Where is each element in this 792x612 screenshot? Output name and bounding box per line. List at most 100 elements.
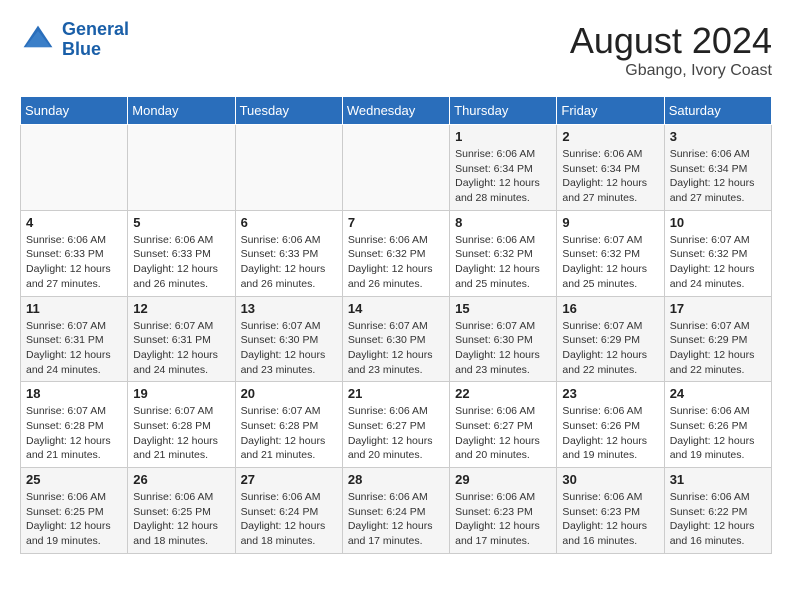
calendar-cell: 9 Sunrise: 6:07 AM Sunset: 6:32 PM Daylig…	[557, 210, 664, 296]
day-number: 4	[26, 215, 122, 230]
day-info: Sunrise: 6:06 AM Sunset: 6:34 PM Dayligh…	[455, 147, 551, 206]
day-info: Sunrise: 6:06 AM Sunset: 6:27 PM Dayligh…	[348, 404, 444, 463]
calendar-cell: 17 Sunrise: 6:07 AM Sunset: 6:29 PM Dayli…	[664, 296, 771, 382]
day-info: Sunrise: 6:06 AM Sunset: 6:24 PM Dayligh…	[241, 490, 337, 549]
page-header: General Blue August 2024 Gbango, Ivory C…	[20, 20, 772, 80]
calendar-cell: 21 Sunrise: 6:06 AM Sunset: 6:27 PM Dayli…	[342, 382, 449, 468]
day-number: 13	[241, 301, 337, 316]
day-number: 19	[133, 386, 229, 401]
logo: General Blue	[20, 20, 129, 60]
day-number: 6	[241, 215, 337, 230]
day-info: Sunrise: 6:06 AM Sunset: 6:26 PM Dayligh…	[562, 404, 658, 463]
day-number: 2	[562, 129, 658, 144]
calendar-cell: 19 Sunrise: 6:07 AM Sunset: 6:28 PM Dayli…	[128, 382, 235, 468]
weekday-header-sunday: Sunday	[21, 97, 128, 125]
weekday-header-monday: Monday	[128, 97, 235, 125]
day-number: 1	[455, 129, 551, 144]
calendar-cell: 25Sunrise: 6:06 AM Sunset: 6:25 PM Dayli…	[21, 468, 128, 554]
day-info: Sunrise: 6:06 AM Sunset: 6:23 PM Dayligh…	[562, 490, 658, 549]
day-number: 12	[133, 301, 229, 316]
weekday-header-tuesday: Tuesday	[235, 97, 342, 125]
calendar-cell	[342, 125, 449, 211]
day-info: Sunrise: 6:06 AM Sunset: 6:32 PM Dayligh…	[348, 233, 444, 292]
calendar-cell	[235, 125, 342, 211]
day-number: 22	[455, 386, 551, 401]
day-info: Sunrise: 6:06 AM Sunset: 6:34 PM Dayligh…	[670, 147, 766, 206]
day-number: 9	[562, 215, 658, 230]
day-number: 26	[133, 472, 229, 487]
day-number: 30	[562, 472, 658, 487]
day-number: 21	[348, 386, 444, 401]
calendar-cell: 28Sunrise: 6:06 AM Sunset: 6:24 PM Dayli…	[342, 468, 449, 554]
week-row-1: 1 Sunrise: 6:06 AM Sunset: 6:34 PM Daylig…	[21, 125, 772, 211]
day-info: Sunrise: 6:06 AM Sunset: 6:34 PM Dayligh…	[562, 147, 658, 206]
day-info: Sunrise: 6:07 AM Sunset: 6:28 PM Dayligh…	[26, 404, 122, 463]
calendar-cell: 2 Sunrise: 6:06 AM Sunset: 6:34 PM Daylig…	[557, 125, 664, 211]
day-info: Sunrise: 6:07 AM Sunset: 6:31 PM Dayligh…	[26, 319, 122, 378]
calendar-cell: 4 Sunrise: 6:06 AM Sunset: 6:33 PM Daylig…	[21, 210, 128, 296]
day-info: Sunrise: 6:07 AM Sunset: 6:29 PM Dayligh…	[562, 319, 658, 378]
day-info: Sunrise: 6:07 AM Sunset: 6:30 PM Dayligh…	[348, 319, 444, 378]
day-info: Sunrise: 6:07 AM Sunset: 6:32 PM Dayligh…	[562, 233, 658, 292]
calendar-cell: 5 Sunrise: 6:06 AM Sunset: 6:33 PM Daylig…	[128, 210, 235, 296]
day-number: 18	[26, 386, 122, 401]
day-number: 31	[670, 472, 766, 487]
calendar-cell: 24Sunrise: 6:06 AM Sunset: 6:26 PM Dayli…	[664, 382, 771, 468]
calendar-cell	[21, 125, 128, 211]
week-row-2: 4 Sunrise: 6:06 AM Sunset: 6:33 PM Daylig…	[21, 210, 772, 296]
day-info: Sunrise: 6:06 AM Sunset: 6:32 PM Dayligh…	[455, 233, 551, 292]
calendar-cell: 8 Sunrise: 6:06 AM Sunset: 6:32 PM Daylig…	[450, 210, 557, 296]
weekday-header-friday: Friday	[557, 97, 664, 125]
day-number: 7	[348, 215, 444, 230]
day-number: 14	[348, 301, 444, 316]
day-info: Sunrise: 6:07 AM Sunset: 6:31 PM Dayligh…	[133, 319, 229, 378]
calendar-cell: 30 Sunrise: 6:06 AM Sunset: 6:23 PM Dayli…	[557, 468, 664, 554]
day-number: 24	[670, 386, 766, 401]
calendar-cell: 7 Sunrise: 6:06 AM Sunset: 6:32 PM Daylig…	[342, 210, 449, 296]
day-info: Sunrise: 6:07 AM Sunset: 6:28 PM Dayligh…	[241, 404, 337, 463]
day-number: 15	[455, 301, 551, 316]
calendar-cell: 11 Sunrise: 6:07 AM Sunset: 6:31 PM Dayli…	[21, 296, 128, 382]
day-info: Sunrise: 6:07 AM Sunset: 6:29 PM Dayligh…	[670, 319, 766, 378]
calendar-cell: 6Sunrise: 6:06 AM Sunset: 6:33 PM Daylig…	[235, 210, 342, 296]
day-info: Sunrise: 6:06 AM Sunset: 6:24 PM Dayligh…	[348, 490, 444, 549]
calendar-cell: 15 Sunrise: 6:07 AM Sunset: 6:30 PM Dayli…	[450, 296, 557, 382]
day-number: 8	[455, 215, 551, 230]
day-info: Sunrise: 6:06 AM Sunset: 6:23 PM Dayligh…	[455, 490, 551, 549]
day-number: 20	[241, 386, 337, 401]
calendar-cell: 29 Sunrise: 6:06 AM Sunset: 6:23 PM Dayli…	[450, 468, 557, 554]
calendar-cell: 22 Sunrise: 6:06 AM Sunset: 6:27 PM Dayli…	[450, 382, 557, 468]
day-info: Sunrise: 6:07 AM Sunset: 6:28 PM Dayligh…	[133, 404, 229, 463]
day-info: Sunrise: 6:07 AM Sunset: 6:30 PM Dayligh…	[455, 319, 551, 378]
location: Gbango, Ivory Coast	[570, 62, 772, 80]
day-number: 23	[562, 386, 658, 401]
day-number: 29	[455, 472, 551, 487]
day-number: 3	[670, 129, 766, 144]
day-number: 27	[241, 472, 337, 487]
day-number: 25	[26, 472, 122, 487]
day-info: Sunrise: 6:06 AM Sunset: 6:22 PM Dayligh…	[670, 490, 766, 549]
calendar-cell: 3 Sunrise: 6:06 AM Sunset: 6:34 PM Daylig…	[664, 125, 771, 211]
calendar-cell: 31 Sunrise: 6:06 AM Sunset: 6:22 PM Dayli…	[664, 468, 771, 554]
week-row-3: 11 Sunrise: 6:07 AM Sunset: 6:31 PM Dayli…	[21, 296, 772, 382]
calendar-cell	[128, 125, 235, 211]
day-info: Sunrise: 6:06 AM Sunset: 6:33 PM Dayligh…	[133, 233, 229, 292]
calendar-table: SundayMondayTuesdayWednesdayThursdayFrid…	[20, 96, 772, 554]
day-number: 5	[133, 215, 229, 230]
month-year: August 2024	[570, 20, 772, 62]
weekday-header-thursday: Thursday	[450, 97, 557, 125]
calendar-cell: 13Sunrise: 6:07 AM Sunset: 6:30 PM Dayli…	[235, 296, 342, 382]
day-number: 10	[670, 215, 766, 230]
calendar-cell: 27 Sunrise: 6:06 AM Sunset: 6:24 PM Dayli…	[235, 468, 342, 554]
day-info: Sunrise: 6:06 AM Sunset: 6:33 PM Dayligh…	[26, 233, 122, 292]
week-row-4: 18 Sunrise: 6:07 AM Sunset: 6:28 PM Dayli…	[21, 382, 772, 468]
weekday-header-wednesday: Wednesday	[342, 97, 449, 125]
calendar-cell: 20 Sunrise: 6:07 AM Sunset: 6:28 PM Dayli…	[235, 382, 342, 468]
calendar-cell: 16Sunrise: 6:07 AM Sunset: 6:29 PM Dayli…	[557, 296, 664, 382]
day-number: 17	[670, 301, 766, 316]
day-info: Sunrise: 6:06 AM Sunset: 6:27 PM Dayligh…	[455, 404, 551, 463]
calendar-cell: 14 Sunrise: 6:07 AM Sunset: 6:30 PM Dayli…	[342, 296, 449, 382]
calendar-cell: 18 Sunrise: 6:07 AM Sunset: 6:28 PM Dayli…	[21, 382, 128, 468]
weekday-header-saturday: Saturday	[664, 97, 771, 125]
day-number: 11	[26, 301, 122, 316]
